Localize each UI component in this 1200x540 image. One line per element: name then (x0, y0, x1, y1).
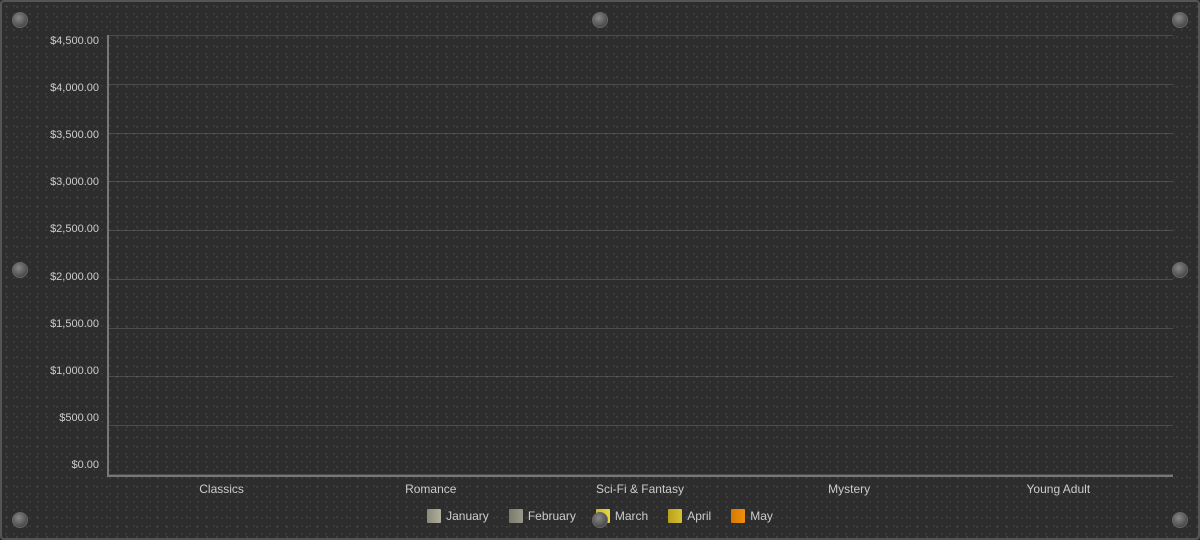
y-axis-label: $3,000.00 (27, 176, 99, 188)
y-axis-label: $1,500.00 (27, 318, 99, 330)
legend-item-feb: February (509, 509, 576, 523)
legend-color-feb (509, 509, 523, 523)
chart-body: $0.00 $500.00 $1,000.00 $1,500.00 $2,000.00 $… (27, 35, 1173, 501)
legend-item-apr: April (668, 509, 711, 523)
screw-mid-left (12, 262, 28, 278)
legend-color-jan (427, 509, 441, 523)
y-axis-label: $1,000.00 (27, 365, 99, 377)
chart-inner: $0.00 $500.00 $1,000.00 $1,500.00 $2,000.00 $… (2, 2, 1198, 538)
x-axis-label: Sci-Fi & Fantasy (580, 482, 700, 496)
y-axis-label: $2,000.00 (27, 271, 99, 283)
legend-label-mar: March (615, 509, 648, 523)
legend-item-jan: January (427, 509, 489, 523)
legend-label-may: May (750, 509, 773, 523)
chart-container: $0.00 $500.00 $1,000.00 $1,500.00 $2,000.00 $… (0, 0, 1200, 540)
x-axis-label: Mystery (789, 482, 909, 496)
legend-color-apr (668, 509, 682, 523)
legend-label-feb: February (528, 509, 576, 523)
legend-label-jan: January (446, 509, 489, 523)
screw-bottom-right (1172, 512, 1188, 528)
legend-color-may (731, 509, 745, 523)
screw-top-right (1172, 12, 1188, 28)
legend-label-apr: April (687, 509, 711, 523)
y-axis-label: $4,500.00 (27, 35, 99, 47)
x-axis-label: Romance (371, 482, 491, 496)
y-axis-label: $0.00 (27, 459, 99, 471)
screw-bottom-left (12, 512, 28, 528)
x-axis-label: Young Adult (998, 482, 1118, 496)
y-axis-label: $4,000.00 (27, 82, 99, 94)
screw-top-mid (592, 12, 608, 28)
plot-area (107, 35, 1173, 477)
bars-area (109, 35, 1173, 475)
legend-item-may: May (731, 509, 773, 523)
screw-top-left (12, 12, 28, 28)
chart-plot: Classics Romance Sci-Fi & Fantasy Mystery Yo… (107, 35, 1173, 496)
y-axis-label: $3,500.00 (27, 129, 99, 141)
x-axis-label: Classics (162, 482, 282, 496)
screw-bottom-mid (592, 512, 608, 528)
y-axis: $0.00 $500.00 $1,000.00 $1,500.00 $2,000.00 $… (27, 35, 107, 496)
x-labels: Classics Romance Sci-Fi & Fantasy Mystery Yo… (107, 477, 1173, 496)
screw-mid-right (1172, 262, 1188, 278)
y-axis-label: $500.00 (27, 412, 99, 424)
y-axis-label: $2,500.00 (27, 223, 99, 235)
